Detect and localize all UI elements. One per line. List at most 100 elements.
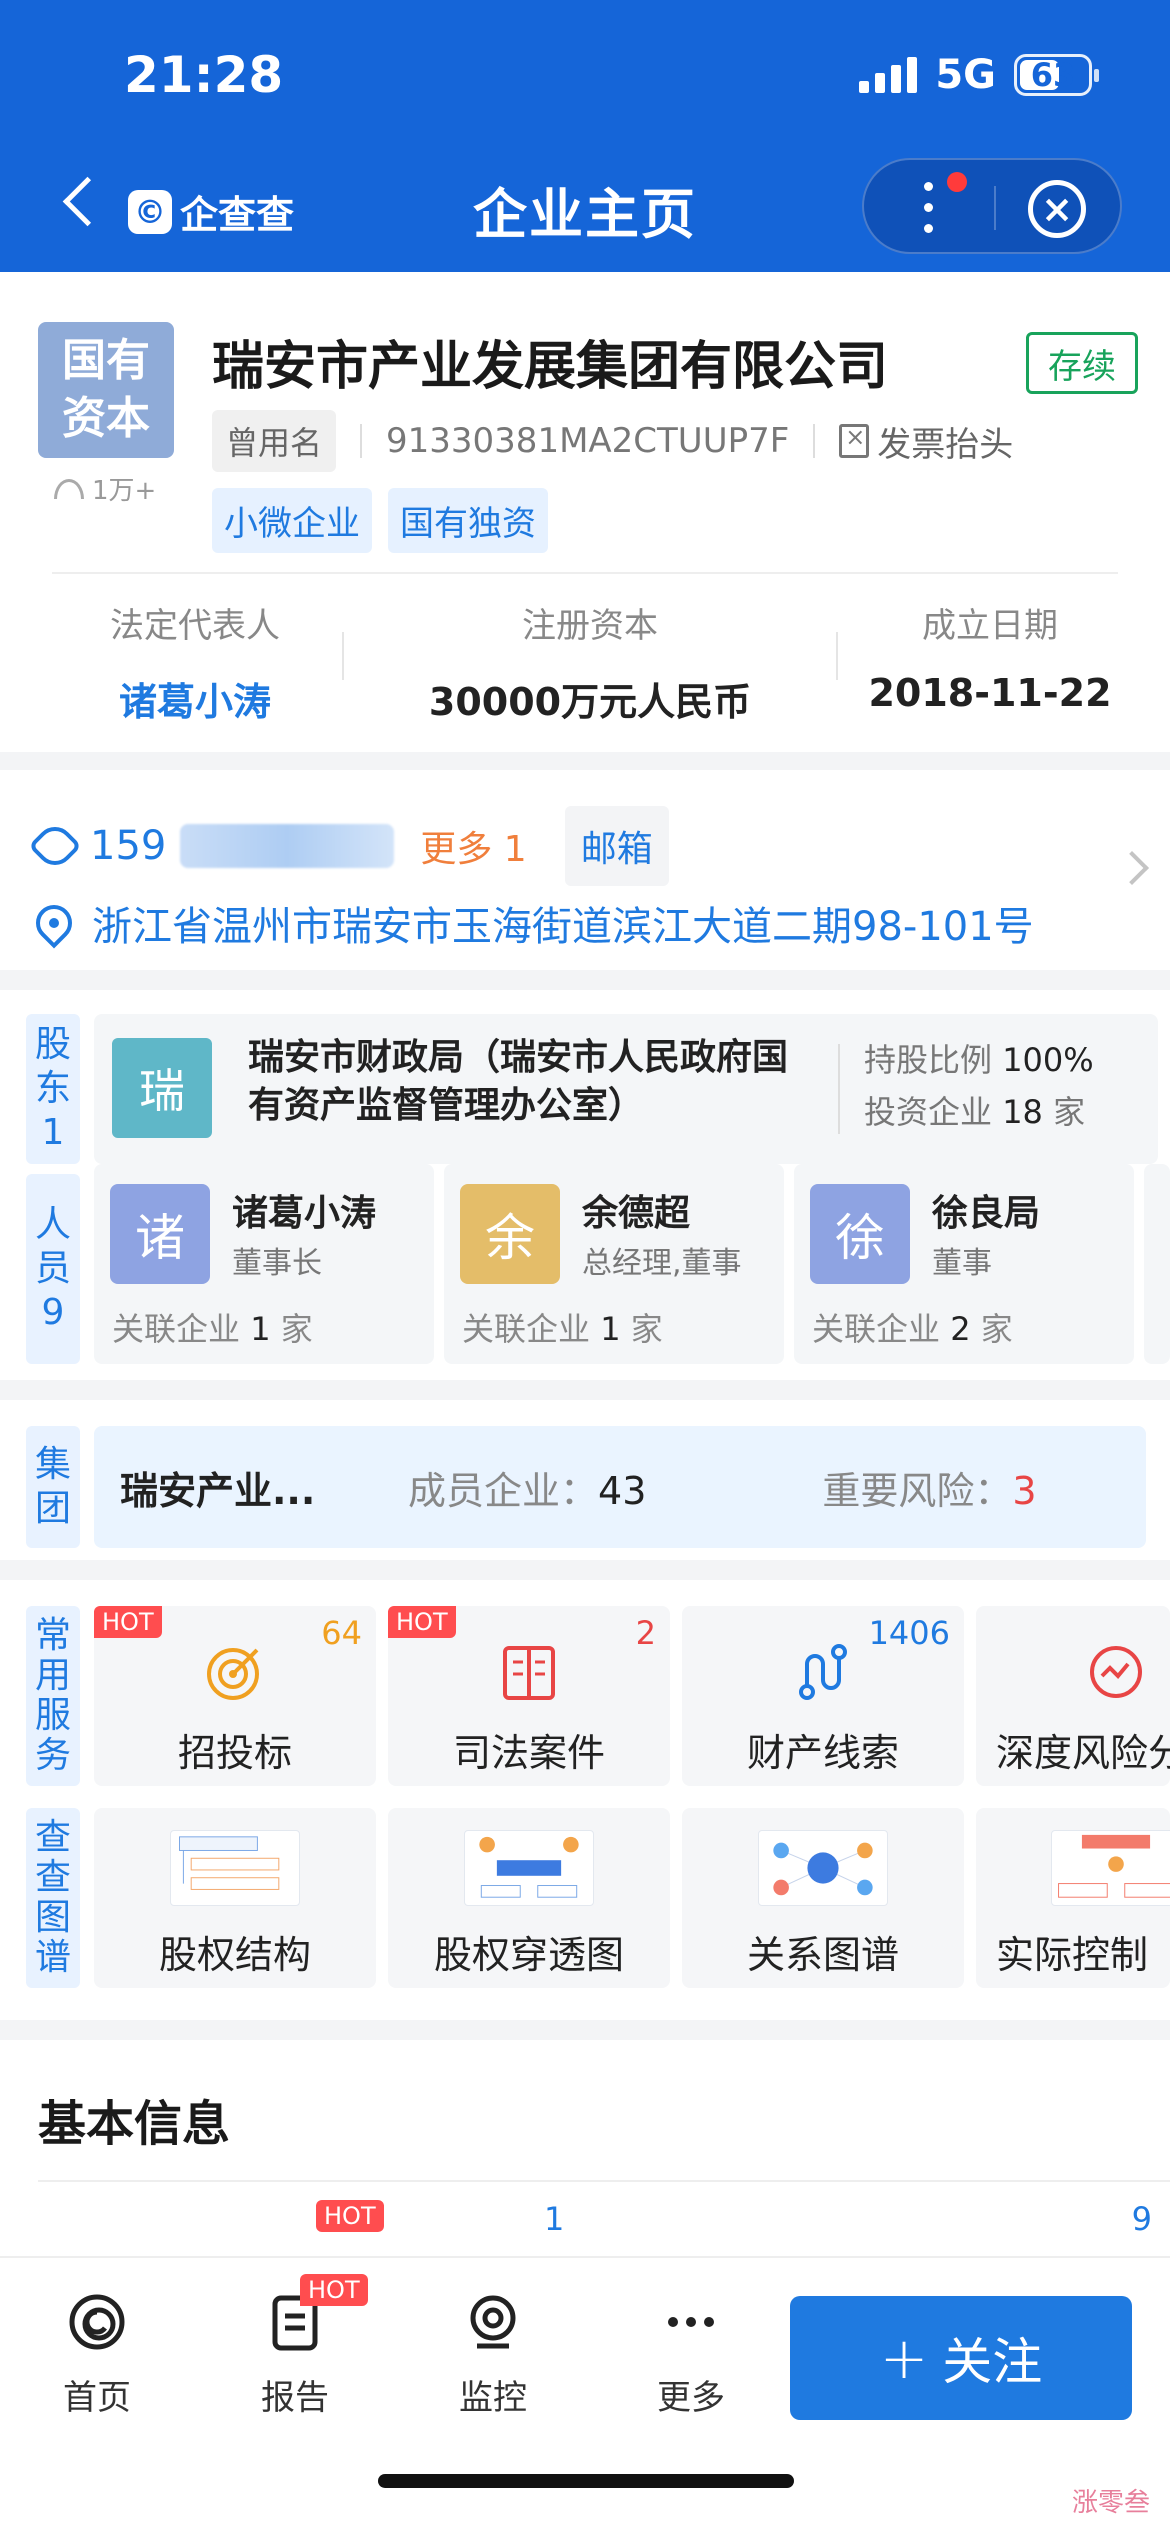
person-card[interactable]: 诸 诸葛小涛 董事长 关联企业 1 家	[94, 1164, 434, 1364]
group-card: 集 团 瑞安产业... 成员企业：43 重要风险：3	[0, 1400, 1170, 1560]
avatar: 徐	[810, 1184, 910, 1284]
person-card[interactable]: 徐 徐良局 董事 关联企业 2 家	[794, 1164, 1134, 1364]
more-dots-icon[interactable]	[924, 182, 934, 234]
tag-state-owned[interactable]: 国有独资	[388, 488, 548, 553]
service-label: 招投标	[177, 1731, 292, 1775]
group-summary[interactable]: 瑞安产业... 成员企业：43 重要风险：3	[94, 1426, 1146, 1548]
risk-icon	[1090, 1646, 1142, 1698]
graph-label: 实际控制	[996, 1933, 1149, 1977]
legal-rep-link[interactable]: 诸葛小涛	[0, 671, 390, 726]
chevron-right-icon[interactable]	[1115, 851, 1149, 885]
address-row[interactable]: 浙江省温州市瑞安市玉海街道滨江大道二期98-101号	[28, 894, 1034, 952]
phone-icon	[28, 819, 82, 873]
location-pin-icon	[28, 897, 80, 949]
hot-badge: HOT	[388, 1606, 456, 1638]
battery-icon: 63	[1014, 54, 1099, 96]
signal-icon	[859, 57, 918, 93]
service-bidding[interactable]: HOT 64 招投标	[94, 1606, 376, 1786]
services-card: 常 用 服 务 查 查 图 谱 HOT 64 招投标 HOT 2 司法案件 14…	[0, 1580, 1170, 2020]
hot-badge: HOT	[94, 1606, 162, 1638]
group-name: 瑞安产业...	[120, 1468, 316, 1513]
graph-actual-control[interactable]: 实际控制	[976, 1808, 1170, 1988]
reg-capital: 注册资本 30000万元人民币	[428, 606, 752, 724]
contact-card[interactable]: 159 更多 1 邮箱 浙江省温州市瑞安市玉海街道滨江大道二期98-101号	[0, 770, 1170, 970]
hot-badge: HOT	[300, 2274, 368, 2306]
watermark: 涨零叁	[1071, 2488, 1150, 2518]
basic-info-card: 基本信息 HOT 1 9	[0, 2040, 1170, 2260]
shareholders-tab[interactable]: 股 东 1	[26, 1014, 80, 1164]
graph-equity-structure[interactable]: 股权结构	[94, 1808, 376, 1988]
service-count: 2	[635, 1614, 656, 1652]
shareholder-name: 瑞安市财政局（瑞安市人民政府国有资产监督管理办公室）	[248, 1037, 789, 1126]
shareholder-item[interactable]: 瑞 瑞安市财政局（瑞安市人民政府国有资产监督管理办公室） 持股比例 100% 投…	[94, 1014, 1158, 1164]
tab-monitor[interactable]: 监控	[418, 2292, 568, 2419]
person-role: 董事长	[232, 1246, 322, 1281]
person-name: 余德超	[582, 1193, 691, 1234]
service-label: 司法案件	[452, 1731, 605, 1775]
info-count: 9	[1131, 2200, 1152, 2238]
eye-icon	[54, 478, 84, 499]
group-tab[interactable]: 集 团	[26, 1426, 80, 1548]
tag-small-micro[interactable]: 小微企业	[212, 488, 372, 553]
graph-relationship[interactable]: 关系图谱	[682, 1808, 964, 1988]
person-card[interactable]: 余 余德超 总经理,董事 关联企业 1 家	[444, 1164, 784, 1364]
notification-dot	[947, 172, 967, 192]
bottom-tab-bar: 首页 HOT 报告 监控 更多 + 关注	[0, 2256, 1170, 2532]
service-deep-risk[interactable]: 深度风险分	[976, 1606, 1170, 1786]
address-text: 浙江省温州市瑞安市玉海街道滨江大道二期98-101号	[92, 904, 1034, 950]
graph-label: 股权结构	[158, 1933, 311, 1977]
info-count: 1	[544, 2200, 565, 2238]
plus-icon: +	[879, 2324, 929, 2392]
meta-row: 曾用名 91330381MA2CTUUP7F 发票抬头	[212, 410, 1013, 472]
graph-services-tab[interactable]: 查 查 图 谱	[26, 1808, 80, 1988]
person-assoc: 关联企业 1 家	[112, 1310, 313, 1348]
follow-button[interactable]: + 关注	[790, 2296, 1132, 2420]
actual-control-diagram-icon	[1051, 1830, 1170, 1906]
personnel-tab[interactable]: 人 员 9	[26, 1174, 80, 1364]
graph-equity-penetration[interactable]: 股权穿透图	[388, 1808, 670, 1988]
service-judicial[interactable]: HOT 2 司法案件	[388, 1606, 670, 1786]
status-time: 21:28	[124, 46, 284, 104]
email-button[interactable]: 邮箱	[564, 806, 669, 886]
home-icon	[69, 2294, 125, 2350]
person-card-partial[interactable]	[1144, 1164, 1170, 1364]
group-members: 成员企业：43	[408, 1468, 647, 1513]
person-assoc: 关联企业 1 家	[462, 1310, 663, 1348]
person-role: 董事	[932, 1246, 992, 1281]
avatar: 瑞	[112, 1038, 212, 1138]
tab-more[interactable]: 更多	[616, 2292, 766, 2419]
target-icon	[207, 1648, 259, 1700]
tab-report[interactable]: HOT 报告	[220, 2274, 370, 2419]
hot-badge: HOT	[316, 2200, 384, 2232]
monitor-camera-icon	[470, 2295, 516, 2349]
person-role: 总经理,董事	[582, 1246, 742, 1281]
more-phones-link[interactable]: 更多 1	[420, 820, 526, 872]
company-name: 瑞安市产业发展集团有限公司	[212, 337, 889, 397]
common-services-tab[interactable]: 常 用 服 务	[26, 1606, 80, 1786]
service-property-leads[interactable]: 1406 财产线索	[682, 1606, 964, 1786]
close-icon[interactable]: ×	[1028, 180, 1086, 238]
legal-rep: 法定代表人 诸葛小涛	[0, 598, 390, 726]
company-tags: 小微企业 国有独资	[212, 488, 548, 553]
company-card: 国有 资本 1万+ 瑞安市产业发展集团有限公司 存续 曾用名 91330381M…	[0, 272, 1170, 752]
person-name: 徐良局	[932, 1193, 1041, 1234]
used-name-button[interactable]: 曾用名	[212, 410, 337, 472]
person-name: 诸葛小涛	[232, 1193, 377, 1234]
network-type: 5G	[935, 52, 996, 98]
service-label: 财产线索	[746, 1731, 899, 1775]
service-count: 1406	[868, 1614, 950, 1652]
invoice-button[interactable]: 发票抬头	[839, 417, 1013, 466]
more-dots-icon	[668, 2317, 714, 2327]
home-indicator[interactable]	[378, 2474, 794, 2488]
equity-structure-diagram-icon	[170, 1830, 300, 1906]
status-indicators: 5G 63	[859, 52, 1099, 98]
tab-home[interactable]: 首页	[22, 2292, 172, 2419]
graph-label: 股权穿透图	[433, 1933, 624, 1977]
view-count: 1万+	[54, 470, 156, 507]
battery-level: 63	[1030, 56, 1076, 94]
phone-number[interactable]: 159	[90, 823, 166, 869]
shareholder-stats: 持股比例 100% 投资企业 18 家	[864, 1041, 1094, 1131]
credit-code[interactable]: 91330381MA2CTUUP7F	[386, 421, 789, 461]
service-count: 64	[321, 1614, 362, 1652]
avatar: 诸	[110, 1184, 210, 1284]
